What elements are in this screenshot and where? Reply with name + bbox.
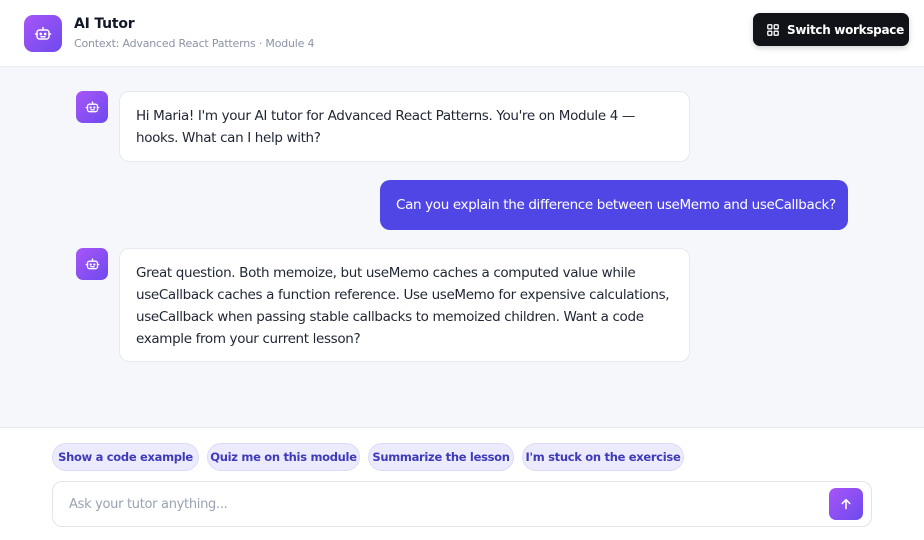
assistant-avatar: [76, 248, 108, 280]
context-subtitle: Context: Advanced React Patterns · Modul…: [74, 37, 315, 50]
suggestion-chip-stuck[interactable]: I'm stuck on the exercise: [522, 443, 684, 471]
header: AI Tutor Context: Advanced React Pattern…: [0, 0, 924, 67]
robot-icon: [85, 257, 99, 269]
robot-icon: [85, 100, 99, 112]
switch-workspace-label: Switch workspace: [787, 22, 904, 37]
message-input-container: [52, 481, 872, 527]
grid-icon: [767, 23, 779, 36]
switch-workspace-button[interactable]: Switch workspace: [753, 13, 909, 46]
assistant-avatar: [76, 91, 108, 123]
ai-tutor-app: AI Tutor Context: Advanced React Pattern…: [0, 0, 924, 540]
send-button[interactable]: [829, 488, 863, 520]
user-message: Can you explain the difference between u…: [380, 180, 848, 230]
assistant-message: Hi Maria! I'm your AI tutor for Advanced…: [119, 91, 690, 162]
brand-avatar: [24, 15, 62, 52]
arrow-up-icon: [841, 498, 851, 510]
suggestion-chip-summarize[interactable]: Summarize the lesson: [368, 443, 514, 471]
page-title: AI Tutor: [74, 16, 135, 32]
suggestion-chip-code-example[interactable]: Show a code example: [52, 443, 199, 471]
composer-footer: Show a code example Quiz me on this modu…: [0, 427, 924, 540]
robot-icon: [34, 26, 52, 40]
assistant-message: Great question. Both memoize, but useMem…: [119, 248, 690, 362]
message-input[interactable]: [69, 482, 809, 526]
suggestion-chip-quiz[interactable]: Quiz me on this module: [207, 443, 360, 471]
